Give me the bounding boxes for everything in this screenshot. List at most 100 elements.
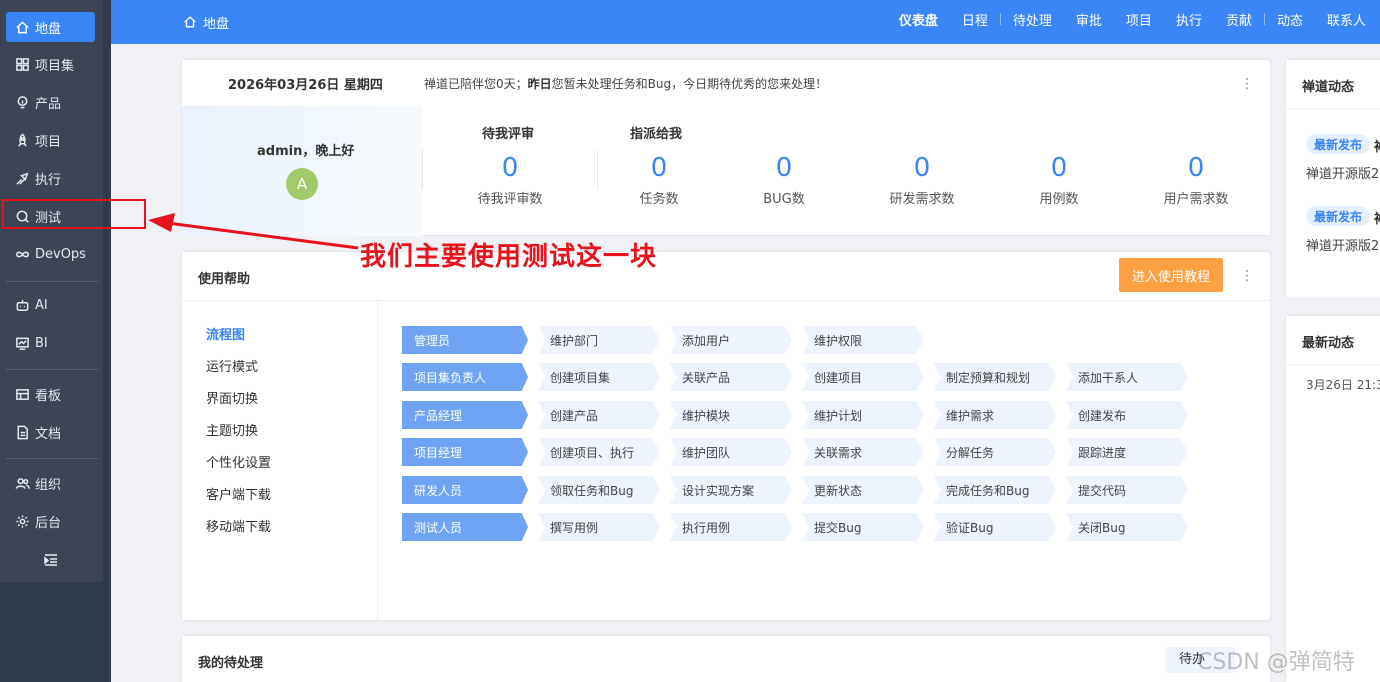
stat-review[interactable]: 0 待我评审数 — [450, 152, 570, 207]
tab-execution[interactable]: 执行 — [1164, 10, 1214, 29]
sidebar-item-label: 看板 — [35, 388, 62, 404]
flow-role[interactable]: 管理员 — [402, 326, 528, 354]
news-text[interactable]: 禅道开源版2 — [1306, 235, 1379, 254]
avatar[interactable]: A — [286, 168, 318, 200]
stat-label: 研发需求数 — [889, 192, 955, 207]
flow-step[interactable]: 关联产品 — [670, 363, 792, 391]
help-menu-client-download[interactable]: 客户端下载 — [206, 484, 271, 503]
flow-step[interactable]: 创建产品 — [538, 401, 660, 429]
flow-step[interactable]: 撰写用例 — [538, 513, 660, 541]
flow-step[interactable]: 维护权限 — [802, 326, 924, 354]
stat-tasks[interactable]: 0 任务数 — [599, 152, 719, 207]
more-options-icon[interactable]: ⋮ — [1240, 77, 1254, 91]
flow-step[interactable]: 维护计划 — [802, 401, 924, 429]
sidebar-item-doc[interactable]: 文档 — [6, 417, 95, 447]
help-menu-mode[interactable]: 运行模式 — [206, 356, 258, 375]
welcome-message: 禅道已陪伴您0天；昨日您暂未处理任务和Bug，今日期待优秀的您来处理！ — [424, 75, 827, 92]
sidebar-item-program[interactable]: 项目集 — [6, 49, 95, 79]
help-menu-theme[interactable]: 主题切换 — [206, 420, 258, 439]
sidebar-item-execution[interactable]: 执行 — [6, 163, 95, 193]
help-menu-flowchart[interactable]: 流程图 — [206, 324, 245, 343]
help-title: 使用帮助 — [198, 272, 251, 287]
home-icon — [14, 19, 30, 35]
latest-dynamics-card: 最新动态 3月26日 21:36 — [1285, 315, 1380, 682]
sidebar-item-product[interactable]: 产品 — [6, 87, 95, 117]
flow-step[interactable]: 关联需求 — [802, 438, 924, 466]
sidebar-item-ai[interactable]: AI — [6, 290, 95, 320]
current-date: 2026年03月26日 星期四 — [228, 78, 383, 93]
tab-todo[interactable]: 待处理 — [1001, 10, 1064, 29]
flow-step[interactable]: 添加用户 — [670, 326, 792, 354]
stat-bugs[interactable]: 0 BUG数 — [724, 152, 844, 207]
stat-requirements[interactable]: 0 用户需求数 — [1136, 152, 1256, 207]
greeting-panel: admin，晚上好 A — [182, 106, 422, 236]
flow-step[interactable]: 创建项目、执行 — [538, 438, 660, 466]
flow-step[interactable]: 添加干系人 — [1066, 363, 1188, 391]
sidebar-item-project[interactable]: 项目 — [6, 125, 95, 155]
flow-step[interactable]: 完成任务和Bug — [934, 476, 1056, 504]
tab-project[interactable]: 项目 — [1114, 10, 1164, 29]
flow-step[interactable]: 维护需求 — [934, 401, 1056, 429]
welcome-message-prefix: 禅道已陪伴您0天； — [424, 77, 528, 91]
flow-role[interactable]: 项目集负责人 — [402, 363, 528, 391]
flow-step[interactable]: 维护模块 — [670, 401, 792, 429]
flow-step[interactable]: 设计实现方案 — [670, 476, 792, 504]
sidebar-item-label: 组织 — [35, 477, 62, 493]
tab-approval[interactable]: 审批 — [1064, 10, 1114, 29]
flow-step[interactable]: 关闭Bug — [1066, 513, 1188, 541]
help-menu-personalize[interactable]: 个性化设置 — [206, 452, 271, 471]
flow-step[interactable]: 执行用例 — [670, 513, 792, 541]
flow-step[interactable]: 验证Bug — [934, 513, 1056, 541]
more-options-icon[interactable]: ⋮ — [1240, 269, 1254, 283]
collapse-sidebar-icon[interactable] — [42, 552, 60, 568]
sidebar-item-org[interactable]: 组织 — [6, 468, 95, 498]
run-icon — [14, 170, 30, 186]
flow-step[interactable]: 创建发布 — [1066, 401, 1188, 429]
sidebar-item-bi[interactable]: BI — [6, 328, 95, 358]
news-badge: 最新发布 — [1306, 206, 1370, 226]
tab-dashboard[interactable]: 仪表盘 — [887, 10, 950, 29]
flow-step[interactable]: 更新状态 — [802, 476, 924, 504]
annotation-highlight-box — [2, 199, 146, 229]
sidebar-item-admin[interactable]: 后台 — [6, 506, 95, 536]
sidebar-item-dashboard[interactable]: 地盘 — [6, 12, 95, 42]
flow-role[interactable]: 产品经理 — [402, 401, 528, 429]
flow-step[interactable]: 领取任务和Bug — [538, 476, 660, 504]
stat-value: 0 — [1187, 153, 1205, 183]
flow-role[interactable]: 项目经理 — [402, 438, 528, 466]
flow-step[interactable]: 创建项目 — [802, 363, 924, 391]
flow-step[interactable]: 维护团队 — [670, 438, 792, 466]
stat-stories[interactable]: 0 研发需求数 — [862, 152, 982, 207]
help-divider — [182, 300, 1270, 301]
sidebar-item-kanban[interactable]: 看板 — [6, 379, 95, 409]
tab-contacts[interactable]: 联系人 — [1315, 10, 1380, 29]
news-text[interactable]: 禅道开源版2 — [1306, 163, 1379, 182]
flow-step[interactable]: 维护部门 — [538, 326, 660, 354]
flow-step[interactable]: 跟踪进度 — [1066, 438, 1188, 466]
rocket-icon — [14, 132, 30, 148]
stat-cases[interactable]: 0 用例数 — [999, 152, 1119, 207]
tab-dynamic[interactable]: 动态 — [1265, 10, 1315, 29]
help-menu-mobile-download[interactable]: 移动端下载 — [206, 516, 271, 535]
review-group-title: 待我评审 — [482, 127, 535, 142]
sidebar-item-devops[interactable]: DevOps — [6, 239, 95, 269]
breadcrumb[interactable]: 地盘 — [183, 0, 229, 44]
flow-step[interactable]: 创建项目集 — [538, 363, 660, 391]
tab-calendar[interactable]: 日程 — [950, 10, 1000, 29]
help-menu-ui-switch[interactable]: 界面切换 — [206, 388, 258, 407]
flow-role[interactable]: 研发人员 — [402, 476, 528, 504]
news-divider — [1286, 108, 1380, 109]
flow-step[interactable]: 制定预算和规划 — [934, 363, 1056, 391]
news-headline[interactable]: 禅 — [1374, 136, 1380, 155]
tab-contribution[interactable]: 贡献 — [1214, 10, 1264, 29]
tutorial-button[interactable]: 进入使用教程 — [1119, 258, 1223, 292]
stat-value: 0 — [501, 153, 519, 183]
sidebar-divider — [6, 458, 98, 459]
flow-step[interactable]: 提交代码 — [1066, 476, 1188, 504]
sidebar-divider — [6, 369, 98, 370]
flow-role[interactable]: 测试人员 — [402, 513, 528, 541]
flow-step[interactable]: 提交Bug — [802, 513, 924, 541]
flow-step[interactable]: 分解任务 — [934, 438, 1056, 466]
news-headline[interactable]: 禅 — [1374, 208, 1380, 227]
sidebar-item-label: AI — [35, 297, 48, 313]
